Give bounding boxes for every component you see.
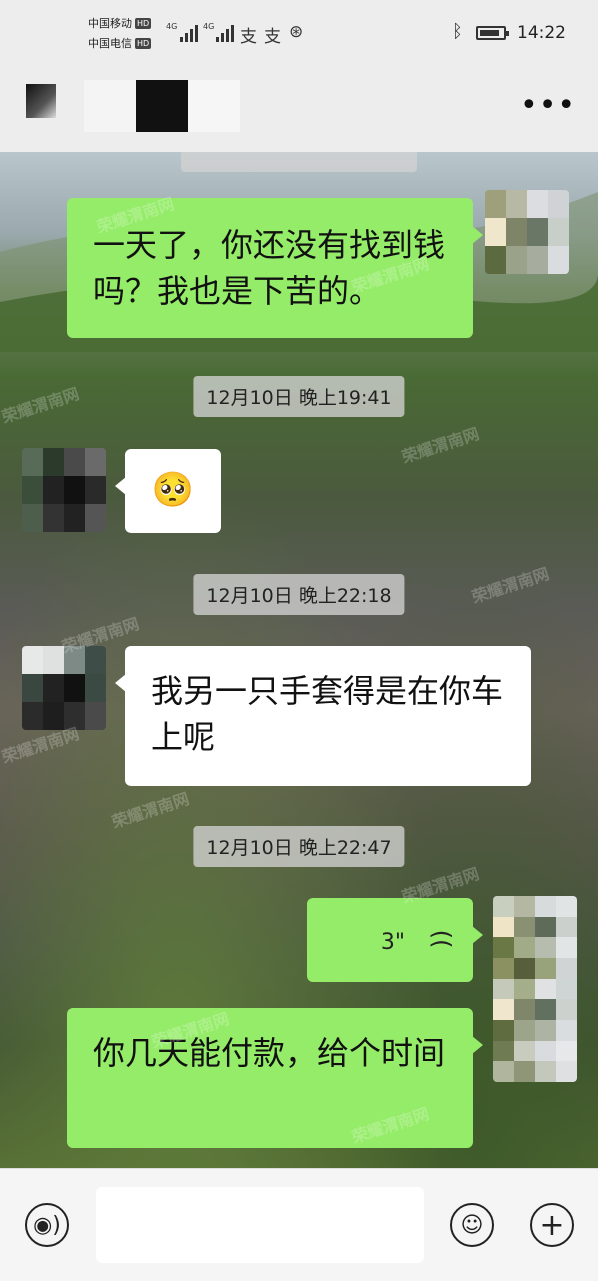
chat-pay-icon: ⊛ [289, 22, 304, 42]
watermark: 荣耀渭南网 [469, 564, 552, 607]
pleading-face-icon: 🥺 [151, 470, 195, 510]
voice-icon[interactable]: ◉) [25, 1203, 69, 1247]
contact-avatar[interactable] [22, 646, 106, 730]
my-avatar[interactable] [493, 896, 577, 1082]
my-avatar[interactable] [485, 190, 569, 274]
network-type-1: 4G [166, 22, 178, 31]
incoming-message[interactable]: 我另一只手套得是在你车上呢 [115, 646, 531, 786]
carrier-1: 中国移动 HD [88, 17, 152, 30]
more-icon[interactable]: ••• [520, 88, 576, 123]
carrier-2: 中国电信 HD [88, 37, 152, 50]
alipay-icon: 支 [240, 27, 257, 47]
alipay-icon-2: 支 [264, 27, 281, 47]
signal-icon [180, 24, 198, 42]
watermark: 荣耀渭南网 [109, 789, 192, 832]
emoji-icon[interactable]: ☺ [450, 1203, 494, 1247]
signal-icon-2 [216, 24, 234, 42]
timestamp: 12月10日 晚上22:18 [193, 574, 405, 615]
chat-history[interactable]: 一天了，你还没有找到钱吗？我也是下苦的。 12月10日 晚上19:41 🥺 12… [0, 152, 598, 1168]
contact-name-mosaic [84, 80, 240, 132]
back-icon[interactable] [26, 84, 56, 118]
timestamp: 12月10日 晚上22:47 [193, 826, 405, 867]
bluetooth-icon: ᛒ [452, 21, 463, 42]
battery-icon [476, 26, 509, 40]
outgoing-message[interactable]: 一天了，你还没有找到钱吗？我也是下苦的。 [67, 198, 483, 338]
timestamp: 12月10日 晚上19:41 [193, 376, 405, 417]
voice-duration: 3" [380, 930, 405, 955]
contact-avatar[interactable] [22, 448, 106, 532]
incoming-emoji-message[interactable]: 🥺 [115, 449, 221, 533]
network-type-2: 4G [203, 22, 215, 31]
status-bar: 中国移动 HD 中国电信 HD 4G 4G 支 支 ⊛ ᛒ 14:22 [0, 0, 598, 66]
clock: 14:22 [517, 23, 566, 43]
timestamp [181, 152, 417, 172]
outgoing-message[interactable]: 你几天能付款，给个时间 [67, 1008, 483, 1148]
chat-title-bar: ••• [0, 66, 598, 152]
voice-wave-icon: (( [427, 929, 456, 949]
message-input[interactable] [96, 1187, 424, 1263]
watermark: 荣耀渭南网 [399, 424, 482, 467]
watermark: 荣耀渭南网 [0, 384, 82, 427]
input-bar: ◉) ☺ + [0, 1168, 598, 1281]
outgoing-voice-message[interactable]: 3" (( [307, 898, 483, 982]
plus-icon[interactable]: + [530, 1203, 574, 1247]
